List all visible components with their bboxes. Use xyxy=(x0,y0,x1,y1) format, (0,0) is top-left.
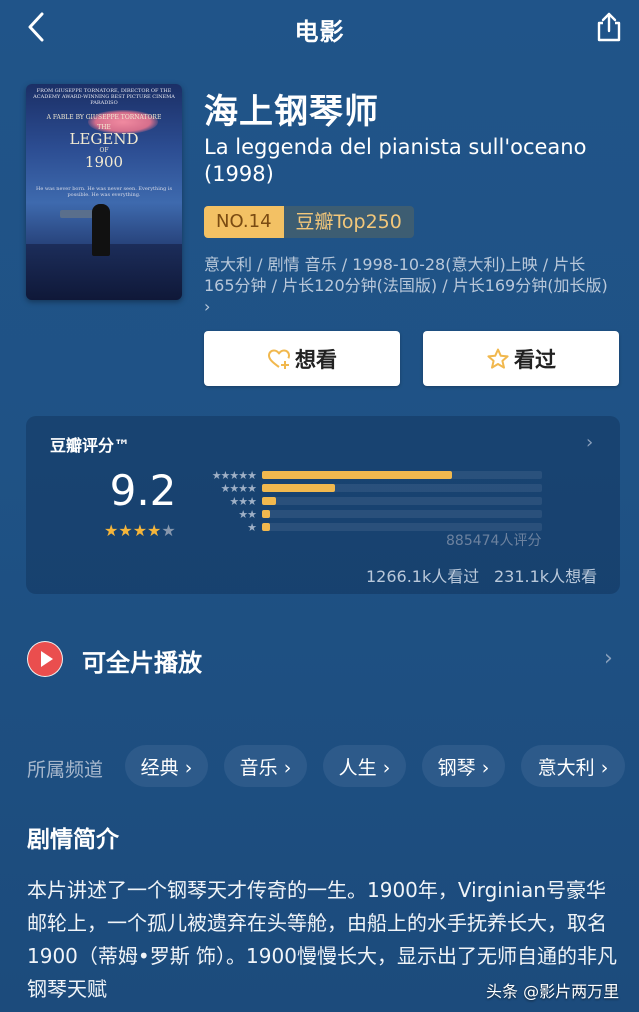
seen-count: 1266.1k人看过 xyxy=(366,567,480,586)
movie-poster[interactable]: FROM GIUSEPPE TORNATORE, DIRECTOR OF THE… xyxy=(26,84,182,300)
channel-chip-piano[interactable]: 钢琴 › xyxy=(422,745,505,787)
top250-badge[interactable]: NO.14 豆瓣Top250 xyxy=(204,206,414,238)
poster-tagline: He was never born. He was never seen. Ev… xyxy=(35,186,173,198)
movie-meta-text: 意大利 / 剧情 音乐 / 1998-10-28(意大利)上映 / 片长165分… xyxy=(204,255,608,295)
movie-title: 海上钢琴师 xyxy=(204,92,379,132)
poster-title-legend: LEGEND xyxy=(69,130,139,148)
channel-chip-music[interactable]: 音乐 › xyxy=(224,745,307,787)
rating-bar-track xyxy=(262,497,542,505)
poster-title-1900: 1900 xyxy=(84,153,124,171)
heart-plus-icon xyxy=(268,349,290,369)
rating-bar-track xyxy=(262,471,542,479)
full-play-label[interactable]: 可全片播放 xyxy=(82,643,202,678)
chevron-right-icon[interactable]: › xyxy=(604,646,613,671)
channel-chip-italy[interactable]: 意大利 › xyxy=(521,745,625,787)
want-label: 想看 xyxy=(295,347,337,372)
poster-fable: A FABLE BY GIUSEPPE TORNATORE xyxy=(46,114,162,121)
rating-bar-track xyxy=(262,510,542,518)
rating-bar-stars: ★★★★★ xyxy=(211,468,257,482)
rating-bar-fill xyxy=(262,471,453,479)
rating-stars: ★★★★★ xyxy=(104,521,176,540)
seen-label: 看过 xyxy=(514,347,556,372)
page-title: 电影 xyxy=(294,18,345,46)
movie-original-title: La leggenda del pianista sull'oceano (19… xyxy=(204,135,587,186)
poster-credit: FROM GIUSEPPE TORNATORE, DIRECTOR OF THE… xyxy=(33,88,175,106)
rating-bar-track xyxy=(262,484,542,492)
poster-figure xyxy=(92,204,110,256)
want-count: 231.1k人想看 xyxy=(494,567,598,586)
rater-count: 885474人评分 xyxy=(446,533,542,549)
star-half-icon: ★ xyxy=(161,521,176,540)
play-triangle-icon xyxy=(28,642,62,676)
rating-bar-fill xyxy=(262,497,276,505)
rating-bar-fill xyxy=(262,510,271,518)
channel-chip-life[interactable]: 人生 › xyxy=(323,745,406,787)
share-icon xyxy=(597,12,621,42)
rating-bar-stars: ★★★★ xyxy=(220,481,257,495)
rating-label: 豆瓣评分™ xyxy=(50,436,131,455)
share-button[interactable] xyxy=(592,10,626,44)
want-to-watch-button[interactable]: 想看 xyxy=(204,331,400,386)
stars-full: ★★★★ xyxy=(104,521,162,540)
synopsis-title: 剧情简介 xyxy=(27,827,119,853)
rating-bar-stars: ★★★ xyxy=(229,494,257,508)
poster-title: A FABLE BY GIUSEPPE TORNATORE THE LEGEND… xyxy=(26,114,182,170)
rating-bar-row: ★★★★ xyxy=(200,481,542,495)
rating-bar-fill xyxy=(262,523,271,531)
channel-label: 所属频道 xyxy=(27,759,104,781)
rating-bar-row: ★★★ xyxy=(200,494,542,508)
watched-button[interactable]: 看过 xyxy=(423,331,619,386)
rank-list-name: 豆瓣Top250 xyxy=(283,206,414,238)
rating-bar-stars: ★ xyxy=(247,520,257,534)
play-icon[interactable] xyxy=(27,641,63,677)
rating-score: 9.2 xyxy=(109,466,177,515)
rank-number: NO.14 xyxy=(204,206,284,238)
rating-bar-row: ★★★★★ xyxy=(200,468,542,482)
rating-bar-fill xyxy=(262,484,335,492)
chevron-right-icon: › xyxy=(204,297,211,316)
chevron-right-icon: › xyxy=(586,432,594,453)
rating-bar-stars: ★★ xyxy=(238,507,257,521)
rating-bar-row: ★★ xyxy=(200,507,542,521)
watermark: 头条 @影片两万里 xyxy=(486,982,620,1001)
star-outline-icon xyxy=(487,348,509,369)
movie-meta[interactable]: 意大利 / 剧情 音乐 / 1998-10-28(意大利)上映 / 片长165分… xyxy=(204,254,614,317)
channel-chip-classic[interactable]: 经典 › xyxy=(125,745,208,787)
